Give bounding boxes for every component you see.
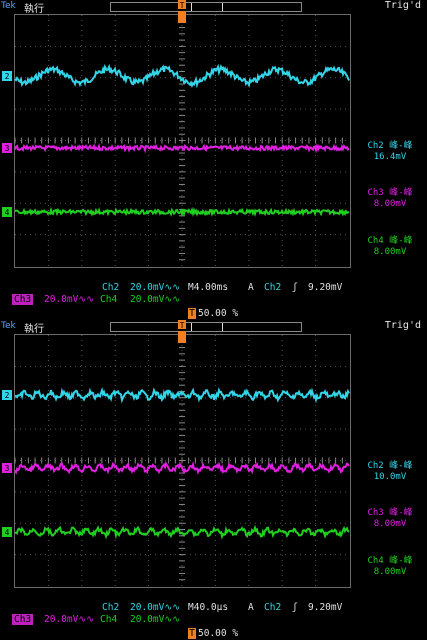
trigger-source: Ch2	[264, 282, 282, 293]
trigger-marker-icon: T	[188, 308, 196, 319]
trigger-source: Ch2	[264, 602, 282, 613]
trigger-arrow-icon	[178, 11, 186, 23]
ch3-label[interactable]: Ch3	[12, 294, 34, 305]
trigger-slope-icon: ʃ	[292, 282, 298, 293]
ch2-trace	[14, 63, 350, 89]
scope-panel-bottom: Tek 執行 Trig'd T234 Ch2 峰-峰 10.0mV Ch3 峰-…	[0, 320, 427, 640]
trigger-marker-icon: T	[180, 1, 185, 10]
status-line-1: Ch2 20.0mV∿∿ M40.0μs A Ch2 ʃ 9.20mV	[0, 602, 427, 614]
ch2-label[interactable]: Ch2	[100, 282, 121, 293]
measurement-ch3: Ch3 峰-峰 8.00mV	[367, 188, 413, 209]
ch4-label[interactable]: Ch4	[98, 614, 119, 625]
trigger-slope-icon: ʃ	[292, 602, 298, 613]
scope-panel-top: Tek 執行 Trig'd T234 Ch2 峰-峰 16.4mV Ch3 峰-…	[0, 0, 427, 320]
ch4-label[interactable]: Ch4	[98, 294, 119, 305]
ch2-label[interactable]: Ch2	[100, 602, 121, 613]
ch2-scale: 20.0mV∿∿	[130, 602, 181, 613]
status-line-1: Ch2 20.0mV∿∿ M4.00ms A Ch2 ʃ 9.20mV	[0, 282, 427, 294]
ch3-label[interactable]: Ch3	[12, 614, 34, 625]
measurement-ch2: Ch2 峰-峰 16.4mV	[367, 141, 413, 162]
timebase[interactable]: M4.00ms	[186, 282, 230, 293]
trigger-position: T 50.00 %	[188, 308, 239, 319]
ch4-scale: 20.0mV∿∿	[130, 614, 181, 625]
ch2-trace-marker-label: 2	[5, 391, 10, 400]
ch4-trace-marker-label: 4	[5, 528, 10, 537]
ch3-trace-marker-label: 3	[5, 464, 10, 473]
ch3-trace-marker-label: 3	[5, 144, 10, 153]
status-line-2: Ch3 20.0mV∿∿ Ch4 20.0mV∿∿	[0, 294, 427, 306]
ch3-scale: 20.0mV∿∿	[44, 614, 95, 625]
ch2-trace-marker-label: 2	[5, 72, 10, 81]
trigger-marker-icon: T	[180, 321, 185, 330]
trigger-level: 9.20mV	[308, 602, 343, 613]
trigger-arrow-icon	[178, 331, 186, 343]
measurement-ch4: Ch4 峰-峰 8.00mV	[367, 236, 413, 257]
status-line-2: Ch3 20.0mV∿∿ Ch4 20.0mV∿∿	[0, 614, 427, 626]
ch3-scale: 20.0mV∿∿	[44, 294, 95, 305]
ch4-scale: 20.0mV∿∿	[130, 294, 181, 305]
timebase[interactable]: M40.0μs	[186, 602, 230, 613]
measurement-ch2: Ch2 峰-峰 10.0mV	[367, 461, 413, 482]
ch3-trace	[14, 142, 350, 154]
measurement-ch4: Ch4 峰-峰 8.00mV	[367, 556, 413, 577]
trigger-position: T 50.00 %	[188, 628, 239, 639]
ch2-scale: 20.0mV∿∿	[130, 282, 181, 293]
ch4-trace-marker-label: 4	[5, 208, 10, 217]
trigger-mode: A	[248, 602, 254, 613]
measurement-ch3: Ch3 峰-峰 8.00mV	[367, 508, 413, 529]
trigger-mode: A	[248, 282, 254, 293]
trigger-level: 9.20mV	[308, 282, 343, 293]
trigger-marker-icon: T	[188, 628, 196, 639]
